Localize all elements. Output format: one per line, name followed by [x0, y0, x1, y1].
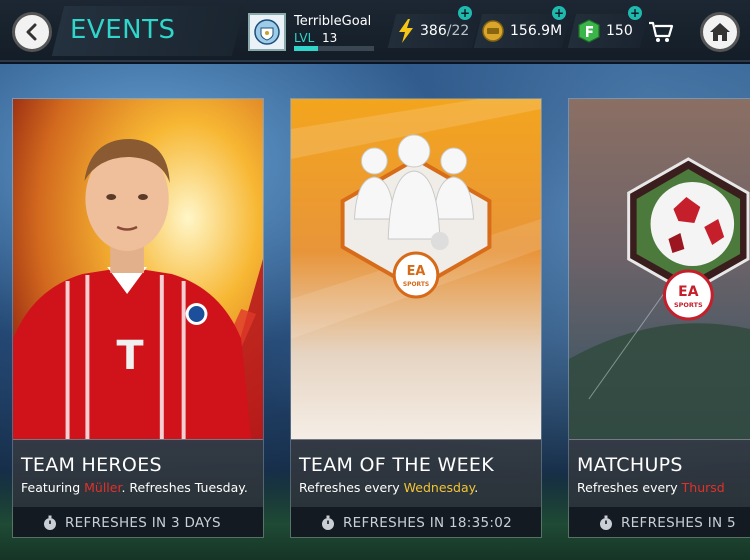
card-title: MATCHUPS	[577, 454, 683, 476]
top-bar: EVENTS TerribleGoal LVL 13 386/22 + 156.…	[0, 0, 750, 62]
back-button[interactable]	[12, 12, 52, 52]
highlight-player: Müller	[84, 480, 122, 495]
points-counter: 150	[578, 14, 633, 48]
points-value: 150	[606, 23, 633, 39]
stamina-plus-button[interactable]: +	[458, 6, 472, 20]
card-info: TEAM HEROES Featuring Müller. Refreshes …	[13, 439, 263, 507]
stamina-counter: 386/22	[398, 14, 469, 48]
card-description: Featuring Müller. Refreshes Tuesday.	[21, 480, 248, 495]
sports-logo-text: SPORTS	[674, 301, 703, 309]
stamina-max: /22	[446, 23, 470, 39]
highlight-day: Thursd	[681, 480, 725, 495]
card-footer: REFRESHES IN 18:35:02	[291, 507, 541, 537]
home-icon	[710, 23, 730, 41]
sports-logo-text: SPORTS	[403, 281, 429, 288]
chevron-left-icon	[26, 23, 37, 41]
event-card-team-heroes[interactable]: T TEAM HEROES Featuring Müller. Refreshe…	[12, 98, 264, 538]
events-carousel: T TEAM HEROES Featuring Müller. Refreshe…	[0, 64, 750, 560]
event-card-team-of-the-week[interactable]: EA SPORTS TEAM OF THE WEEK Refreshes eve…	[290, 98, 542, 538]
card-info: TEAM OF THE WEEK Refreshes every Wednesd…	[291, 439, 541, 507]
ball-badge-art: EA SPORTS	[569, 99, 750, 439]
home-button[interactable]	[700, 12, 740, 52]
lightning-icon	[399, 19, 413, 43]
card-title: TEAM HEROES	[21, 454, 162, 476]
xp-progress-bar	[294, 46, 374, 51]
team-badge-art: EA SPORTS	[291, 99, 541, 439]
coins-plus-button[interactable]: +	[552, 6, 566, 20]
coin-icon	[482, 20, 504, 42]
event-card-matchups[interactable]: EA SPORTS MATCHUPS Refreshes every Thurs…	[568, 98, 750, 538]
xp-progress-fill	[294, 46, 318, 51]
refresh-timer: REFRESHES IN 3 DAYS	[65, 515, 221, 531]
refresh-timer: REFRESHES IN 18:35:02	[343, 515, 512, 531]
card-footer: REFRESHES IN 5	[569, 507, 750, 537]
coins-counter: 156.9M	[482, 14, 562, 48]
highlight-day: Wednesday	[403, 480, 475, 495]
card-title: TEAM OF THE WEEK	[299, 454, 494, 476]
player-portrait-art: T	[13, 99, 263, 439]
level-value: 13	[322, 31, 338, 45]
club-crest-icon	[248, 13, 286, 51]
stamina-value: 386	[420, 23, 447, 39]
jersey-sponsor-letter: T	[117, 333, 144, 379]
fifa-points-icon	[578, 19, 600, 43]
cart-icon[interactable]	[648, 20, 674, 44]
card-footer: REFRESHES IN 3 DAYS	[13, 507, 263, 537]
coins-value: 156.9M	[510, 23, 563, 39]
page-title: EVENTS	[70, 15, 176, 45]
ea-logo-text: EA	[678, 284, 698, 300]
level-label: LVL	[294, 31, 315, 45]
refresh-timer: REFRESHES IN 5	[621, 515, 736, 531]
points-plus-button[interactable]: +	[628, 6, 642, 20]
username: TerribleGoal	[294, 14, 372, 29]
card-description: Refreshes every Wednesday.	[299, 480, 479, 495]
ea-logo-text: EA	[407, 264, 426, 279]
card-description: Refreshes every Thursd	[577, 480, 725, 495]
stopwatch-icon	[600, 515, 612, 530]
stopwatch-icon	[322, 515, 334, 530]
stopwatch-icon	[44, 515, 56, 530]
profile-panel[interactable]: TerribleGoal LVL 13	[248, 10, 378, 54]
card-info: MATCHUPS Refreshes every Thursd	[569, 439, 750, 507]
